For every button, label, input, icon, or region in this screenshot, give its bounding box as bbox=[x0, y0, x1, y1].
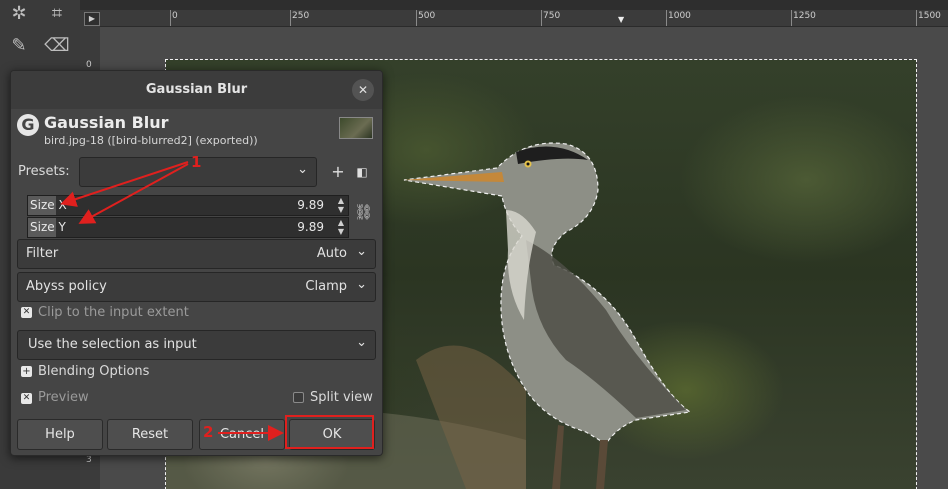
ok-highlight-box bbox=[285, 415, 374, 449]
ruler-label: 500 bbox=[418, 11, 436, 21]
spin-arrows-icon[interactable]: ▲ ▼ bbox=[338, 196, 344, 214]
dialog-titlebar[interactable]: Gaussian Blur ✕ bbox=[11, 71, 382, 109]
size-x-value: 9.89 bbox=[297, 198, 324, 212]
split-view-label: Split view bbox=[310, 390, 373, 405]
ruler-label: 0 bbox=[86, 60, 92, 70]
gegl-icon: G bbox=[17, 114, 39, 136]
help-button[interactable]: Help bbox=[17, 419, 103, 450]
annotation-number-2: 2 bbox=[203, 423, 214, 441]
chevron-down-icon: ⌄ bbox=[356, 335, 367, 350]
preset-menu-icon[interactable]: ◧ bbox=[353, 163, 371, 181]
ruler-label: 750 bbox=[543, 11, 561, 21]
chevron-down-icon: ⌄ bbox=[297, 162, 308, 177]
dialog-header: G Gaussian Blur bird.jpg-18 ([bird-blurr… bbox=[17, 113, 377, 149]
ruler-label: 250 bbox=[292, 11, 310, 21]
ruler-label: 3 bbox=[86, 455, 92, 465]
fuzzy-select-icon[interactable]: ✲ bbox=[6, 0, 32, 26]
selection-mode-value: Use the selection as input bbox=[28, 337, 197, 352]
top-strip bbox=[80, 0, 948, 10]
quick-mask-toggle-icon[interactable]: ▶ bbox=[84, 12, 100, 26]
preview-label: Preview bbox=[38, 390, 89, 405]
close-icon[interactable]: ✕ bbox=[352, 79, 374, 101]
size-y-value: 9.89 bbox=[297, 220, 324, 234]
size-y-label: Size Y bbox=[30, 220, 66, 234]
horizontal-ruler: 0 250 500 750 1000 1250 1500 ▼ bbox=[80, 10, 948, 27]
paintbrush-icon[interactable]: ✎ bbox=[6, 32, 32, 58]
crop-icon[interactable]: ⌗ bbox=[44, 0, 70, 26]
chevron-down-icon: ⌄ bbox=[356, 277, 367, 292]
filter-label: Filter bbox=[26, 246, 59, 261]
annotation-number-1: 1 bbox=[191, 153, 202, 171]
abyss-label: Abyss policy bbox=[26, 279, 107, 294]
abyss-policy-combo[interactable]: Abyss policy Clamp ⌄ bbox=[17, 272, 376, 302]
ruler-label: 1250 bbox=[793, 11, 816, 21]
clip-checkbox[interactable]: ✕ bbox=[21, 307, 32, 318]
dialog-title: Gaussian Blur bbox=[145, 82, 248, 97]
expand-plus-icon[interactable]: + bbox=[21, 366, 32, 377]
gaussian-blur-dialog: Gaussian Blur ✕ G Gaussian Blur bird.jpg… bbox=[10, 70, 383, 456]
clip-label: Clip to the input extent bbox=[38, 305, 189, 320]
abyss-value: Clamp bbox=[305, 279, 347, 294]
chevron-down-icon: ⌄ bbox=[356, 244, 367, 259]
preview-checkbox[interactable]: ✕ bbox=[21, 393, 32, 404]
spin-arrows-icon[interactable]: ▲ ▼ bbox=[338, 218, 344, 236]
ruler-label: 0 bbox=[172, 11, 178, 21]
eraser-icon[interactable]: ⌫ bbox=[44, 32, 70, 58]
filter-combo[interactable]: Filter Auto ⌄ bbox=[17, 239, 376, 269]
reset-button[interactable]: Reset bbox=[107, 419, 193, 450]
image-subtitle: bird.jpg-18 ([bird-blurred2] (exported)) bbox=[44, 134, 258, 147]
ruler-pointer-icon: ▼ bbox=[618, 15, 625, 24]
selection-mode-combo[interactable]: Use the selection as input ⌄ bbox=[17, 330, 376, 360]
size-y-spinner[interactable]: Size Y 9.89 ▲ ▼ bbox=[27, 217, 349, 238]
image-thumbnail bbox=[339, 117, 373, 139]
blending-options-label[interactable]: Blending Options bbox=[38, 364, 149, 379]
filter-value: Auto bbox=[316, 246, 347, 261]
split-view-checkbox[interactable] bbox=[293, 392, 304, 403]
size-x-label: Size X bbox=[30, 198, 67, 212]
filter-title: Gaussian Blur bbox=[44, 113, 169, 132]
chain-link-icon[interactable]: ⛓ bbox=[354, 203, 373, 229]
size-x-spinner[interactable]: Size X 9.89 ▲ ▼ bbox=[27, 195, 349, 216]
ruler-label: 1000 bbox=[668, 11, 691, 21]
ruler-label: 1500 bbox=[918, 11, 941, 21]
add-preset-icon[interactable]: + bbox=[329, 163, 347, 181]
presets-label: Presets: bbox=[18, 164, 70, 179]
